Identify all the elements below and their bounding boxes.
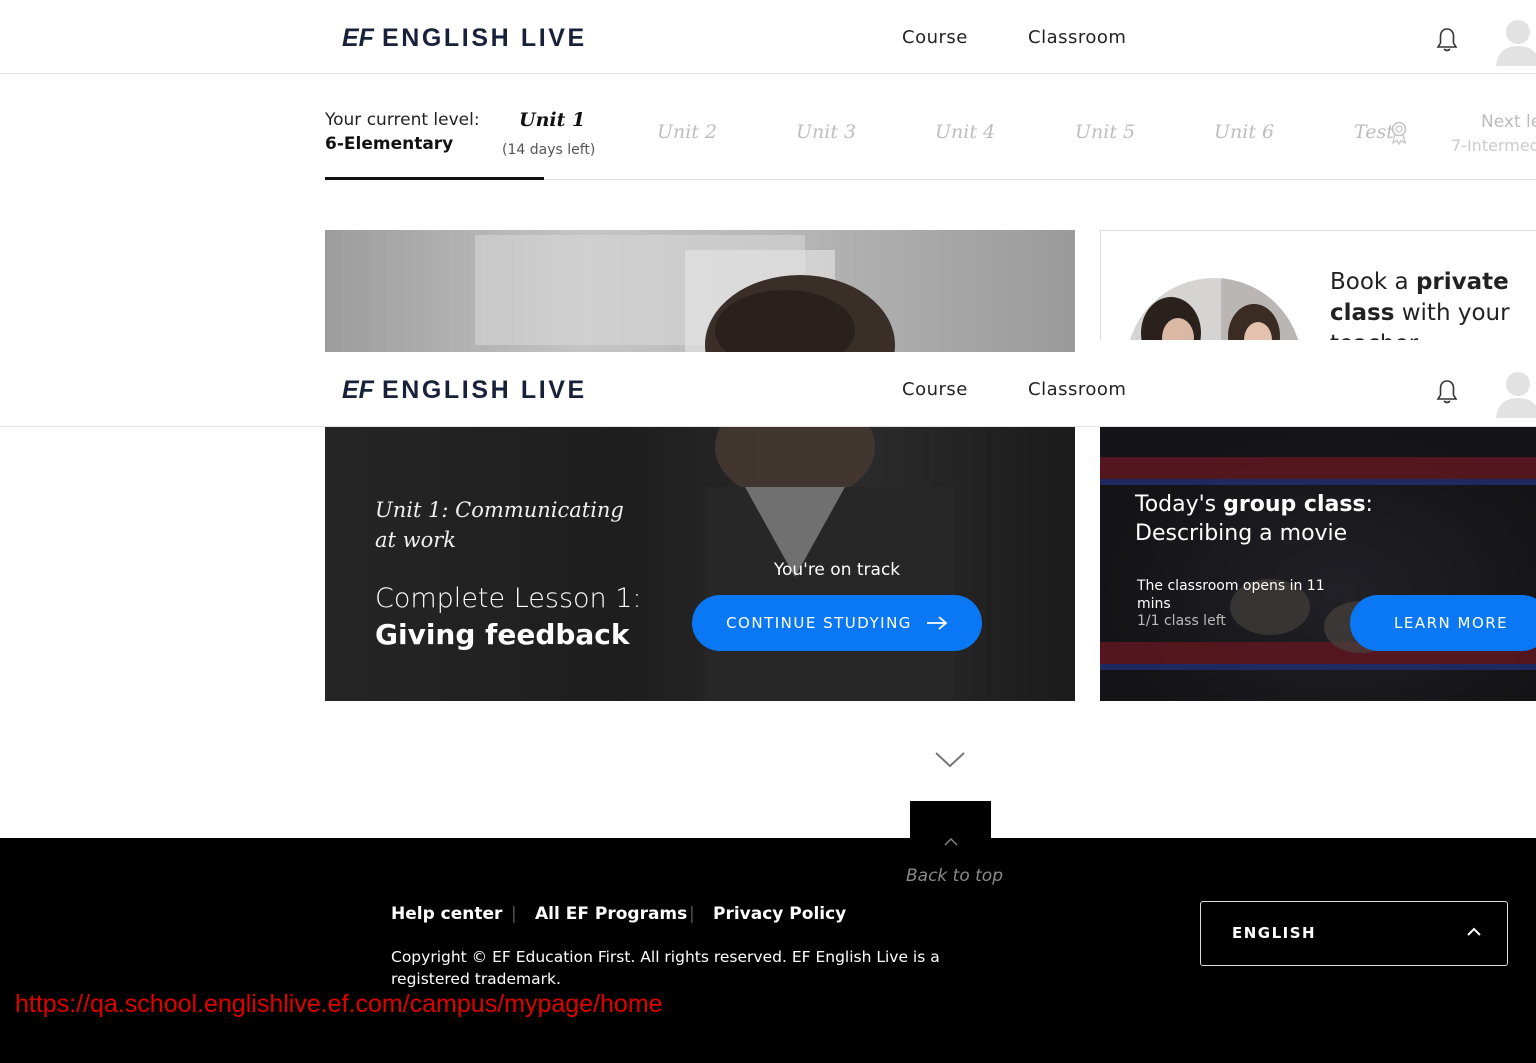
days-left: (14 days left): [502, 142, 596, 158]
unit-4-tab[interactable]: Unit 4: [935, 121, 995, 143]
on-track-status: You're on track: [773, 560, 901, 580]
next-level-value: 7-Intermed: [1451, 136, 1536, 155]
test-tab[interactable]: Test: [1354, 121, 1394, 143]
user-avatar[interactable]: [1496, 14, 1536, 66]
user-avatar[interactable]: [1496, 366, 1536, 418]
private-card-mask: [1100, 340, 1536, 352]
hero-image: [325, 230, 1075, 352]
site-header: EF ENGLISH LIVE Course Classroom: [0, 0, 1536, 74]
back-to-top-button[interactable]: [910, 801, 991, 871]
nav-course[interactable]: Course: [902, 27, 968, 48]
scroll-down-chevron-icon[interactable]: [934, 750, 966, 770]
unit-2-tab[interactable]: Unit 2: [657, 121, 717, 143]
bell-icon[interactable]: [1436, 27, 1458, 53]
language-value: ENGLISH: [1232, 924, 1317, 942]
hero-lesson-name: Giving feedback: [375, 618, 630, 651]
award-ribbon-icon: [1391, 121, 1407, 145]
footer-separator: |: [511, 904, 517, 924]
privacy-policy-link[interactable]: Privacy Policy: [713, 904, 846, 924]
hero-lesson-prefix: Complete Lesson 1:: [375, 583, 642, 614]
group-class-card[interactable]: [1100, 427, 1536, 701]
learn-more-button[interactable]: LEARN MORE: [1350, 595, 1536, 651]
continue-studying-button[interactable]: CONTINUE STUDYING: [692, 595, 982, 651]
current-level-value: 6-Elementary: [325, 134, 454, 154]
chevron-up-icon: [1467, 927, 1481, 936]
unit-3-tab[interactable]: Unit 3: [796, 121, 856, 143]
group-class-title: Today's group class: Describing a movie: [1135, 492, 1373, 546]
current-level-label: Your current level:: [325, 110, 480, 130]
nav-course[interactable]: Course: [902, 379, 968, 400]
copyright-text: Copyright © EF Education First. All righ…: [391, 948, 940, 988]
page-url-overlay: https://qa.school.englishlive.ef.com/cam…: [15, 990, 663, 1018]
hero-unit-title: Unit 1: Communicating at work: [375, 498, 624, 552]
bell-icon[interactable]: [1436, 379, 1458, 405]
chevron-up-icon: [944, 838, 958, 846]
all-ef-programs-link[interactable]: All EF Programs: [535, 904, 687, 924]
ef-english-live-logo[interactable]: EF ENGLISH LIVE: [342, 24, 587, 53]
group-class-photo: [1100, 427, 1536, 701]
language-select[interactable]: ENGLISH: [1200, 901, 1508, 966]
active-level-indicator: [325, 177, 544, 180]
help-center-link[interactable]: Help center: [391, 904, 502, 924]
classes-left-text: 1/1 class left: [1137, 613, 1226, 629]
hero-photo-top: [475, 235, 895, 352]
ef-english-live-logo[interactable]: EF ENGLISH LIVE: [342, 376, 587, 405]
unit-1-tab[interactable]: Unit 1: [519, 109, 585, 131]
sticky-header: EF ENGLISH LIVE Course Classroom: [0, 352, 1536, 427]
next-level-label[interactable]: Next le: [1481, 112, 1536, 132]
nav-classroom[interactable]: Classroom: [1028, 379, 1126, 400]
nav-classroom[interactable]: Classroom: [1028, 27, 1126, 48]
continue-studying-label: CONTINUE STUDYING: [726, 614, 912, 632]
unit-5-tab[interactable]: Unit 5: [1075, 121, 1135, 143]
back-to-top-label[interactable]: Back to top: [906, 866, 1003, 886]
classroom-opens-text: The classroom opens in 11 mins: [1137, 578, 1325, 612]
group-class-topic: Describing a movie: [1135, 521, 1348, 546]
unit-6-tab[interactable]: Unit 6: [1214, 121, 1274, 143]
arrow-right-icon: [926, 616, 948, 630]
footer-separator: |: [689, 904, 695, 924]
